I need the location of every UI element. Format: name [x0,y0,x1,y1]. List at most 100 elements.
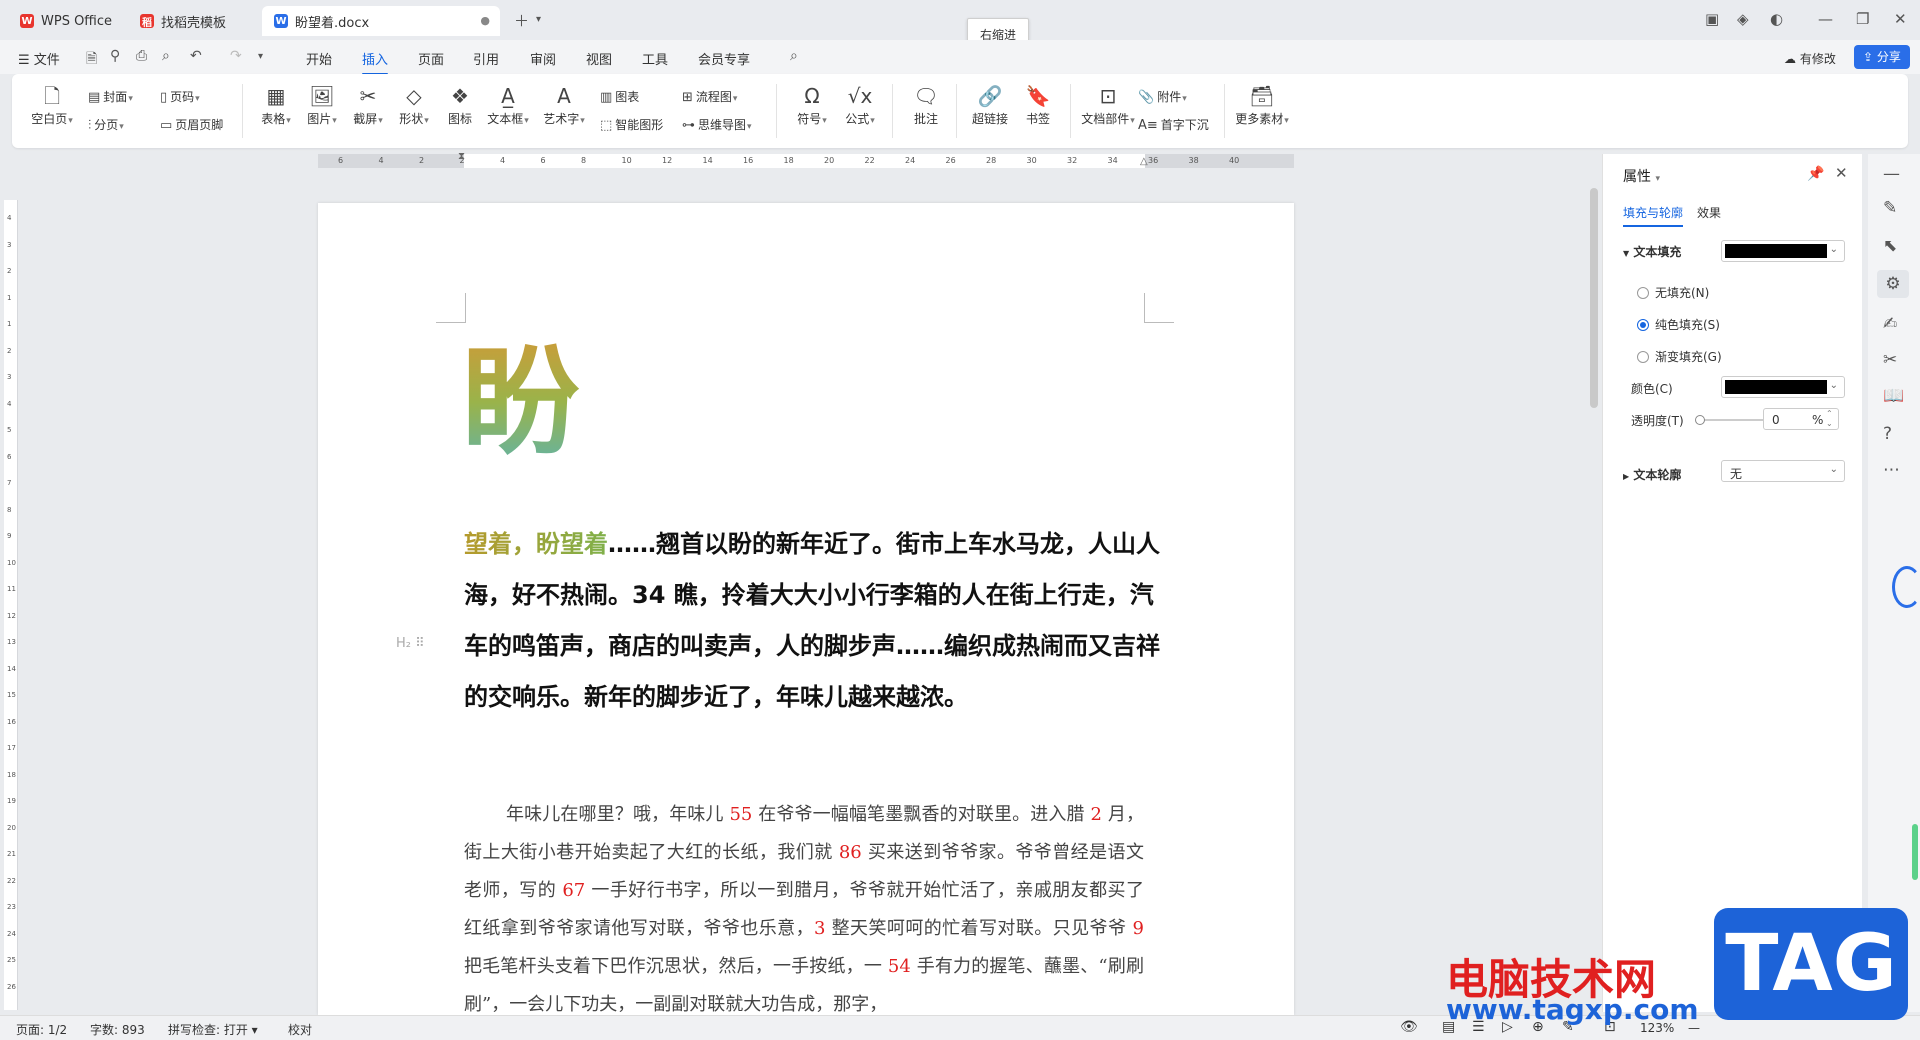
document-page[interactable]: 盼 H₂ ⠿ 望着，盼望着……翘首以盼的新年近了。街市上车水马龙，人山人海，好不… [318,203,1294,1015]
chart-button[interactable]: ▥ 图表 [600,88,639,105]
proofread[interactable]: 校对 [288,1021,312,1038]
flowchart-button[interactable]: ⊞ 流程图▾ [682,88,737,105]
pin-icon[interactable]: 📌 [1807,166,1824,182]
label: 封面 [103,90,128,104]
tab-wps-office[interactable]: W WPS Office [8,6,124,36]
blank-page-button[interactable]: 🗋 空白页▾ [24,82,80,127]
vertical-ruler[interactable]: 4 3 2 1 1 2 3 4 5 6 7 8 9 10 11 12 13 14 15 16 17 18 19 20 21 22 2… [4,200,18,1010]
edit-icon[interactable]: ✍ [1883,314,1897,334]
avatar[interactable]: ◐ [1770,10,1783,28]
page-number-button[interactable]: ▯ 页码▾ [160,88,200,105]
right-indent-marker-icon[interactable]: △ [1140,156,1148,167]
vertical-scrollbar[interactable] [1590,188,1598,408]
assistant-icon[interactable] [1892,566,1920,608]
search-icon[interactable]: ⌕ [790,48,798,64]
tab-docer[interactable]: 稻 找稻壳模板 [128,6,256,36]
text-fill-color-dropdown[interactable]: ⌄ [1721,240,1845,262]
drop-cap-character[interactable]: 盼 [462,343,580,461]
menu-tools[interactable]: 工具 [642,49,668,68]
print-icon[interactable]: ⎙ [136,48,147,64]
label: 纯色填充(S) [1655,318,1720,332]
solid-fill-radio[interactable]: 纯色填充(S) [1637,316,1720,333]
tab-document[interactable]: W 盼望着.docx ● [262,6,500,36]
no-fill-radio[interactable]: 无填充(N) [1637,284,1709,301]
dropcap-button[interactable]: A≡ 首字下沉 [1138,116,1209,133]
outline-value: 无 [1730,467,1743,481]
tab-close-icon[interactable]: ● [480,14,490,27]
help-icon[interactable]: ? [1883,424,1892,444]
left-indent-marker-icon[interactable]: ⧗ [458,151,465,162]
color-dropdown[interactable]: ⌄ [1721,376,1845,398]
heading-paragraph[interactable]: 望着，盼望着……翘首以盼的新年近了。街市上车水马龙，人山人海，好不热闹。34 瞧… [464,519,1164,723]
cover-button[interactable]: ▤ 封面▾ [88,88,133,105]
menu-page[interactable]: 页面 [418,49,444,68]
select-icon[interactable]: ⬉ [1883,236,1897,256]
book-icon[interactable]: 📖 [1883,386,1904,406]
close-window-icon[interactable]: ✕ [1894,10,1907,28]
textbox-button[interactable]: A̲ 文本框▾ [480,82,536,127]
more-icon[interactable]: ⋯ [1883,460,1900,480]
collapse-icon[interactable]: — [1883,164,1900,184]
body-paragraph[interactable]: 年味儿在哪里？哦，年味儿 55 在爷爷一幅幅笔墨飘香的对联里。进入腊 2 月，街… [464,796,1144,1015]
label: 分页 [94,118,119,132]
tab-fill-outline[interactable]: 填充与轮廓 [1623,204,1684,227]
mindmap-button[interactable]: ⊶ 思维导图▾ [682,116,752,133]
attachment-button[interactable]: 📎 附件▾ [1138,88,1187,105]
gradient-fill-radio[interactable]: 渐变填充(G) [1637,348,1722,365]
more-materials-button[interactable]: 🗃 更多素材▾ [1230,82,1294,127]
modified-indicator[interactable]: ☁ 有修改 [1784,50,1836,67]
formula-button[interactable]: √x 公式▾ [832,82,888,127]
word-count[interactable]: 字数: 893 [90,1021,145,1038]
layout-icon[interactable]: ▣ [1705,10,1719,28]
panel-title[interactable]: 属性 ▾ [1623,166,1660,186]
eye-icon[interactable]: 👁 [1400,1019,1418,1035]
find-icon[interactable]: ⚲ [110,48,120,64]
doc-parts-button[interactable]: ⊡ 文档部件▾ [1078,82,1138,127]
ruler-tick-label: 1 [7,293,12,302]
formula-icon: √x [847,84,873,108]
tab-effects[interactable]: 效果 [1697,204,1721,221]
tools-icon[interactable]: ✂ [1883,350,1897,370]
redo-icon[interactable]: ↷ [230,48,242,64]
file-menu[interactable]: ☰ 文件 [18,49,60,68]
transparency-input[interactable]: 0 % ⌃ ⌄ [1763,408,1839,430]
tab-list-chevron-icon[interactable]: ▾ [536,14,541,25]
outline-dropdown[interactable]: 无 ⌄ [1721,460,1845,482]
save-icon[interactable]: 🗎 [86,48,97,72]
ruler-tick-label: 26 [945,156,956,165]
close-panel-icon[interactable]: ✕ [1835,164,1848,182]
print-preview-icon[interactable]: ⌕ [162,48,170,64]
spell-check[interactable]: 拼写检查: 打开 ▾ [168,1021,258,1038]
menu-references[interactable]: 引用 [473,49,499,68]
pen-icon[interactable]: ✎ [1883,198,1897,218]
comment-button[interactable]: 🗨 批注 [898,82,954,127]
new-tab-icon[interactable]: ＋ [514,10,529,31]
horizontal-ruler[interactable]: 6 4 2 2 4 6 8 10 12 14 16 18 20 22 24 26 28 30 32 34 36 38 40 … [318,151,1294,168]
spinner-icon[interactable]: ⌃ ⌄ [1826,409,1833,429]
minimize-icon[interactable]: — [1818,10,1833,28]
menu-member[interactable]: 会员专享 [698,49,750,68]
smartart-button[interactable]: ⬚ 智能图形 [600,116,663,133]
slider-handle[interactable] [1695,415,1705,425]
text-outline-section[interactable]: ▶ 文本轮廓 [1623,466,1681,483]
menu-view[interactable]: 视图 [586,49,612,68]
menu-insert[interactable]: 插入 [362,49,389,75]
heading-style-icon[interactable]: H₂ ⠿ [396,636,425,651]
wordart-button[interactable]: A 艺术字▾ [536,82,592,127]
menu-home[interactable]: 开始 [306,49,332,68]
ruler-tick-label: 34 [1107,156,1118,165]
text-fill-section[interactable]: ▼ 文本填充 [1623,243,1681,260]
page-indicator[interactable]: 页面: 1/2 [16,1021,67,1038]
restore-icon[interactable]: ❐ [1856,10,1869,28]
share-button[interactable]: ⇪ 分享 [1854,45,1910,69]
cube-icon[interactable]: ◈ [1737,10,1749,28]
ribbon-divider [776,84,777,138]
transparency-slider[interactable] [1695,415,1763,425]
menu-review[interactable]: 审阅 [530,49,556,68]
bookmark-button[interactable]: 🔖 书签 [1010,82,1066,127]
header-footer-button[interactable]: ▭ 页眉页脚 [160,116,223,133]
more-quick-chevron-icon[interactable]: ▾ [258,51,263,62]
undo-icon[interactable]: ↶ [190,48,202,64]
page-break-button[interactable]: ⫶ 分页▾ [88,116,124,133]
properties-toggle-icon[interactable]: ⚙ [1877,270,1909,298]
